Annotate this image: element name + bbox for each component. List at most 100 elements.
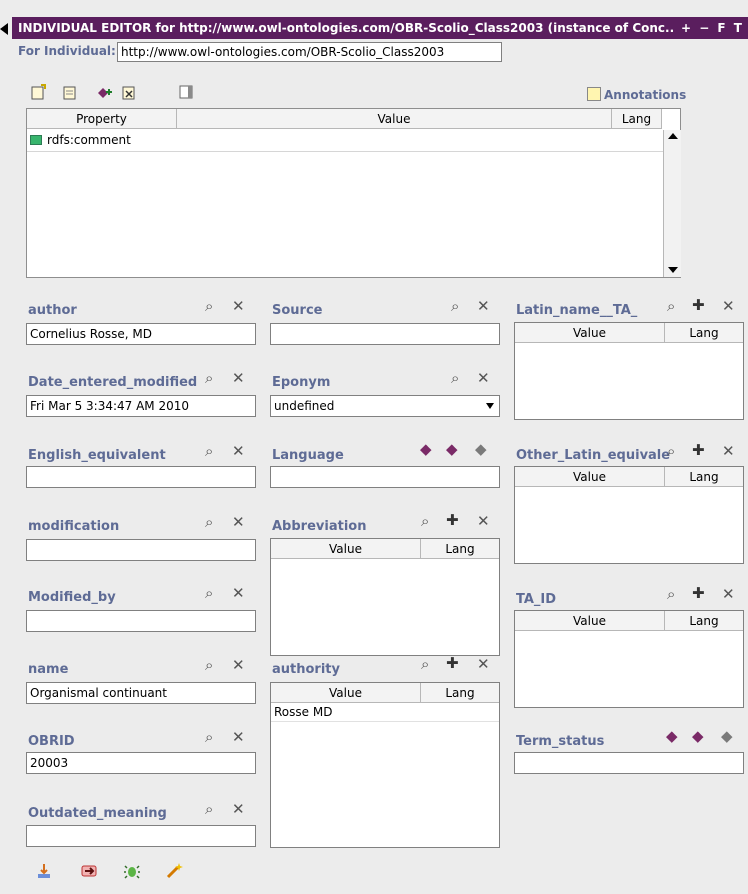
- abbreviation-label: Abbreviation: [272, 519, 367, 534]
- search-icon[interactable]: ⌕: [205, 443, 213, 459]
- source-field[interactable]: [270, 323, 500, 345]
- add-icon[interactable]: ✚: [692, 297, 705, 313]
- search-icon[interactable]: ⌕: [451, 370, 459, 386]
- search-icon[interactable]: ⌕: [667, 443, 675, 459]
- date-entered-modified-field[interactable]: Fri Mar 5 3:34:47 AM 2010: [26, 395, 256, 417]
- search-icon[interactable]: ⌕: [205, 514, 213, 530]
- search-icon[interactable]: ⌕: [451, 298, 459, 314]
- vertical-scrollbar[interactable]: [663, 130, 681, 277]
- export-icon[interactable]: [80, 862, 98, 880]
- add-value-icon[interactable]: ◆: [692, 728, 704, 744]
- search-icon[interactable]: ⌕: [205, 298, 213, 314]
- add-icon[interactable]: ✚: [446, 512, 459, 528]
- term-status-label: Term_status: [516, 734, 605, 749]
- table-row[interactable]: rdfs:comment: [27, 130, 663, 152]
- ta-id-label: TA_ID: [516, 592, 557, 607]
- scroll-down-icon[interactable]: [668, 267, 678, 273]
- delete-value-icon[interactable]: [121, 84, 137, 100]
- annotation-icon: [587, 87, 601, 101]
- obrid-label: OBRID: [28, 734, 75, 749]
- column-header-lang[interactable]: Lang: [421, 683, 499, 703]
- remove-icon[interactable]: ✕: [722, 298, 735, 314]
- remove-icon[interactable]: ✕: [477, 513, 490, 529]
- name-field[interactable]: Organismal continuant: [26, 682, 256, 704]
- author-label: author: [28, 303, 77, 318]
- column-header-value[interactable]: Value: [515, 323, 665, 343]
- authority-label: authority: [272, 662, 340, 677]
- remove-icon[interactable]: ✕: [232, 657, 245, 673]
- column-header-lang[interactable]: Lang: [665, 611, 743, 631]
- instance-icon[interactable]: ◆: [666, 728, 678, 744]
- outdated-meaning-field[interactable]: [26, 825, 256, 847]
- column-header-value[interactable]: Value: [177, 109, 612, 129]
- author-field[interactable]: Cornelius Rosse, MD: [26, 323, 256, 345]
- table-row[interactable]: Rosse MD: [271, 704, 499, 722]
- window-title-bar: INDIVIDUAL EDITOR for http://www.owl-ont…: [12, 17, 748, 39]
- column-header-value[interactable]: Value: [271, 683, 421, 703]
- search-icon[interactable]: ⌕: [205, 729, 213, 745]
- column-header-value[interactable]: Value: [515, 611, 665, 631]
- remove-icon[interactable]: ✕: [232, 801, 245, 817]
- remove-icon[interactable]: ✕: [477, 370, 490, 386]
- column-header-property[interactable]: Property: [27, 109, 177, 129]
- english-equivalent-field[interactable]: [26, 466, 256, 488]
- window-title: INDIVIDUAL EDITOR for http://www.owl-ont…: [18, 21, 679, 35]
- remove-icon[interactable]: ✕: [232, 443, 245, 459]
- modification-field[interactable]: [26, 539, 256, 561]
- individual-uri-field[interactable]: http://www.owl-ontologies.com/OBR-Scolio…: [117, 42, 502, 62]
- search-icon[interactable]: ⌕: [667, 586, 675, 602]
- create-instance-icon[interactable]: [30, 84, 46, 100]
- search-icon[interactable]: ⌕: [205, 657, 213, 673]
- authority-table: Value Lang Rosse MD: [270, 682, 500, 848]
- column-header-lang[interactable]: Lang: [665, 323, 743, 343]
- for-individual-label: For Individual:: [18, 44, 116, 58]
- search-icon[interactable]: ⌕: [421, 656, 429, 672]
- column-header-value[interactable]: Value: [515, 467, 665, 487]
- instance-icon[interactable]: ◆: [420, 441, 432, 457]
- remove-icon[interactable]: ✕: [477, 656, 490, 672]
- remove-icon[interactable]: ✕: [232, 370, 245, 386]
- value-cell: Rosse MD: [274, 705, 333, 719]
- title-tools[interactable]: + − F T: [672, 17, 748, 39]
- search-icon[interactable]: ⌕: [667, 298, 675, 314]
- column-header-lang[interactable]: Lang: [665, 467, 743, 487]
- remove-value-icon[interactable]: ◆: [475, 441, 487, 457]
- import-icon[interactable]: [35, 862, 53, 880]
- rdfs-comment-icon: [30, 135, 42, 145]
- remove-icon[interactable]: ✕: [477, 298, 490, 314]
- add-icon[interactable]: ✚: [446, 655, 459, 671]
- remove-icon[interactable]: ✕: [722, 586, 735, 602]
- column-header-lang[interactable]: Lang: [612, 109, 662, 129]
- obrid-field[interactable]: 20003: [26, 752, 256, 774]
- abbreviation-table: Value Lang: [270, 538, 500, 656]
- language-field[interactable]: [270, 466, 500, 488]
- search-icon[interactable]: ⌕: [205, 801, 213, 817]
- remove-icon[interactable]: ✕: [232, 298, 245, 314]
- column-header-value[interactable]: Value: [271, 539, 421, 559]
- chevron-down-icon[interactable]: [486, 403, 494, 409]
- duplicate-instance-icon[interactable]: [62, 84, 78, 100]
- search-icon[interactable]: ⌕: [205, 370, 213, 386]
- add-value-icon[interactable]: [96, 84, 112, 100]
- scroll-up-icon[interactable]: [668, 133, 678, 139]
- wand-icon[interactable]: [165, 862, 183, 880]
- view-toggle-icon[interactable]: [178, 84, 194, 100]
- modified-by-field[interactable]: [26, 610, 256, 632]
- collapse-arrow-icon[interactable]: [0, 23, 8, 35]
- term-status-field[interactable]: [514, 752, 744, 774]
- search-icon[interactable]: ⌕: [421, 513, 429, 529]
- column-header-lang[interactable]: Lang: [421, 539, 499, 559]
- other-latin-equivalent-label: Other_Latin_equivale: [516, 448, 671, 463]
- search-icon[interactable]: ⌕: [205, 585, 213, 601]
- remove-icon[interactable]: ✕: [722, 443, 735, 459]
- add-value-icon[interactable]: ◆: [446, 441, 458, 457]
- remove-icon[interactable]: ✕: [232, 585, 245, 601]
- remove-icon[interactable]: ✕: [232, 514, 245, 530]
- add-icon[interactable]: ✚: [692, 442, 705, 458]
- ta-id-table: Value Lang: [514, 610, 744, 708]
- bug-icon[interactable]: [123, 862, 141, 880]
- remove-icon[interactable]: ✕: [232, 729, 245, 745]
- remove-value-icon[interactable]: ◆: [721, 728, 733, 744]
- eponym-dropdown[interactable]: undefined: [270, 395, 500, 417]
- add-icon[interactable]: ✚: [692, 585, 705, 601]
